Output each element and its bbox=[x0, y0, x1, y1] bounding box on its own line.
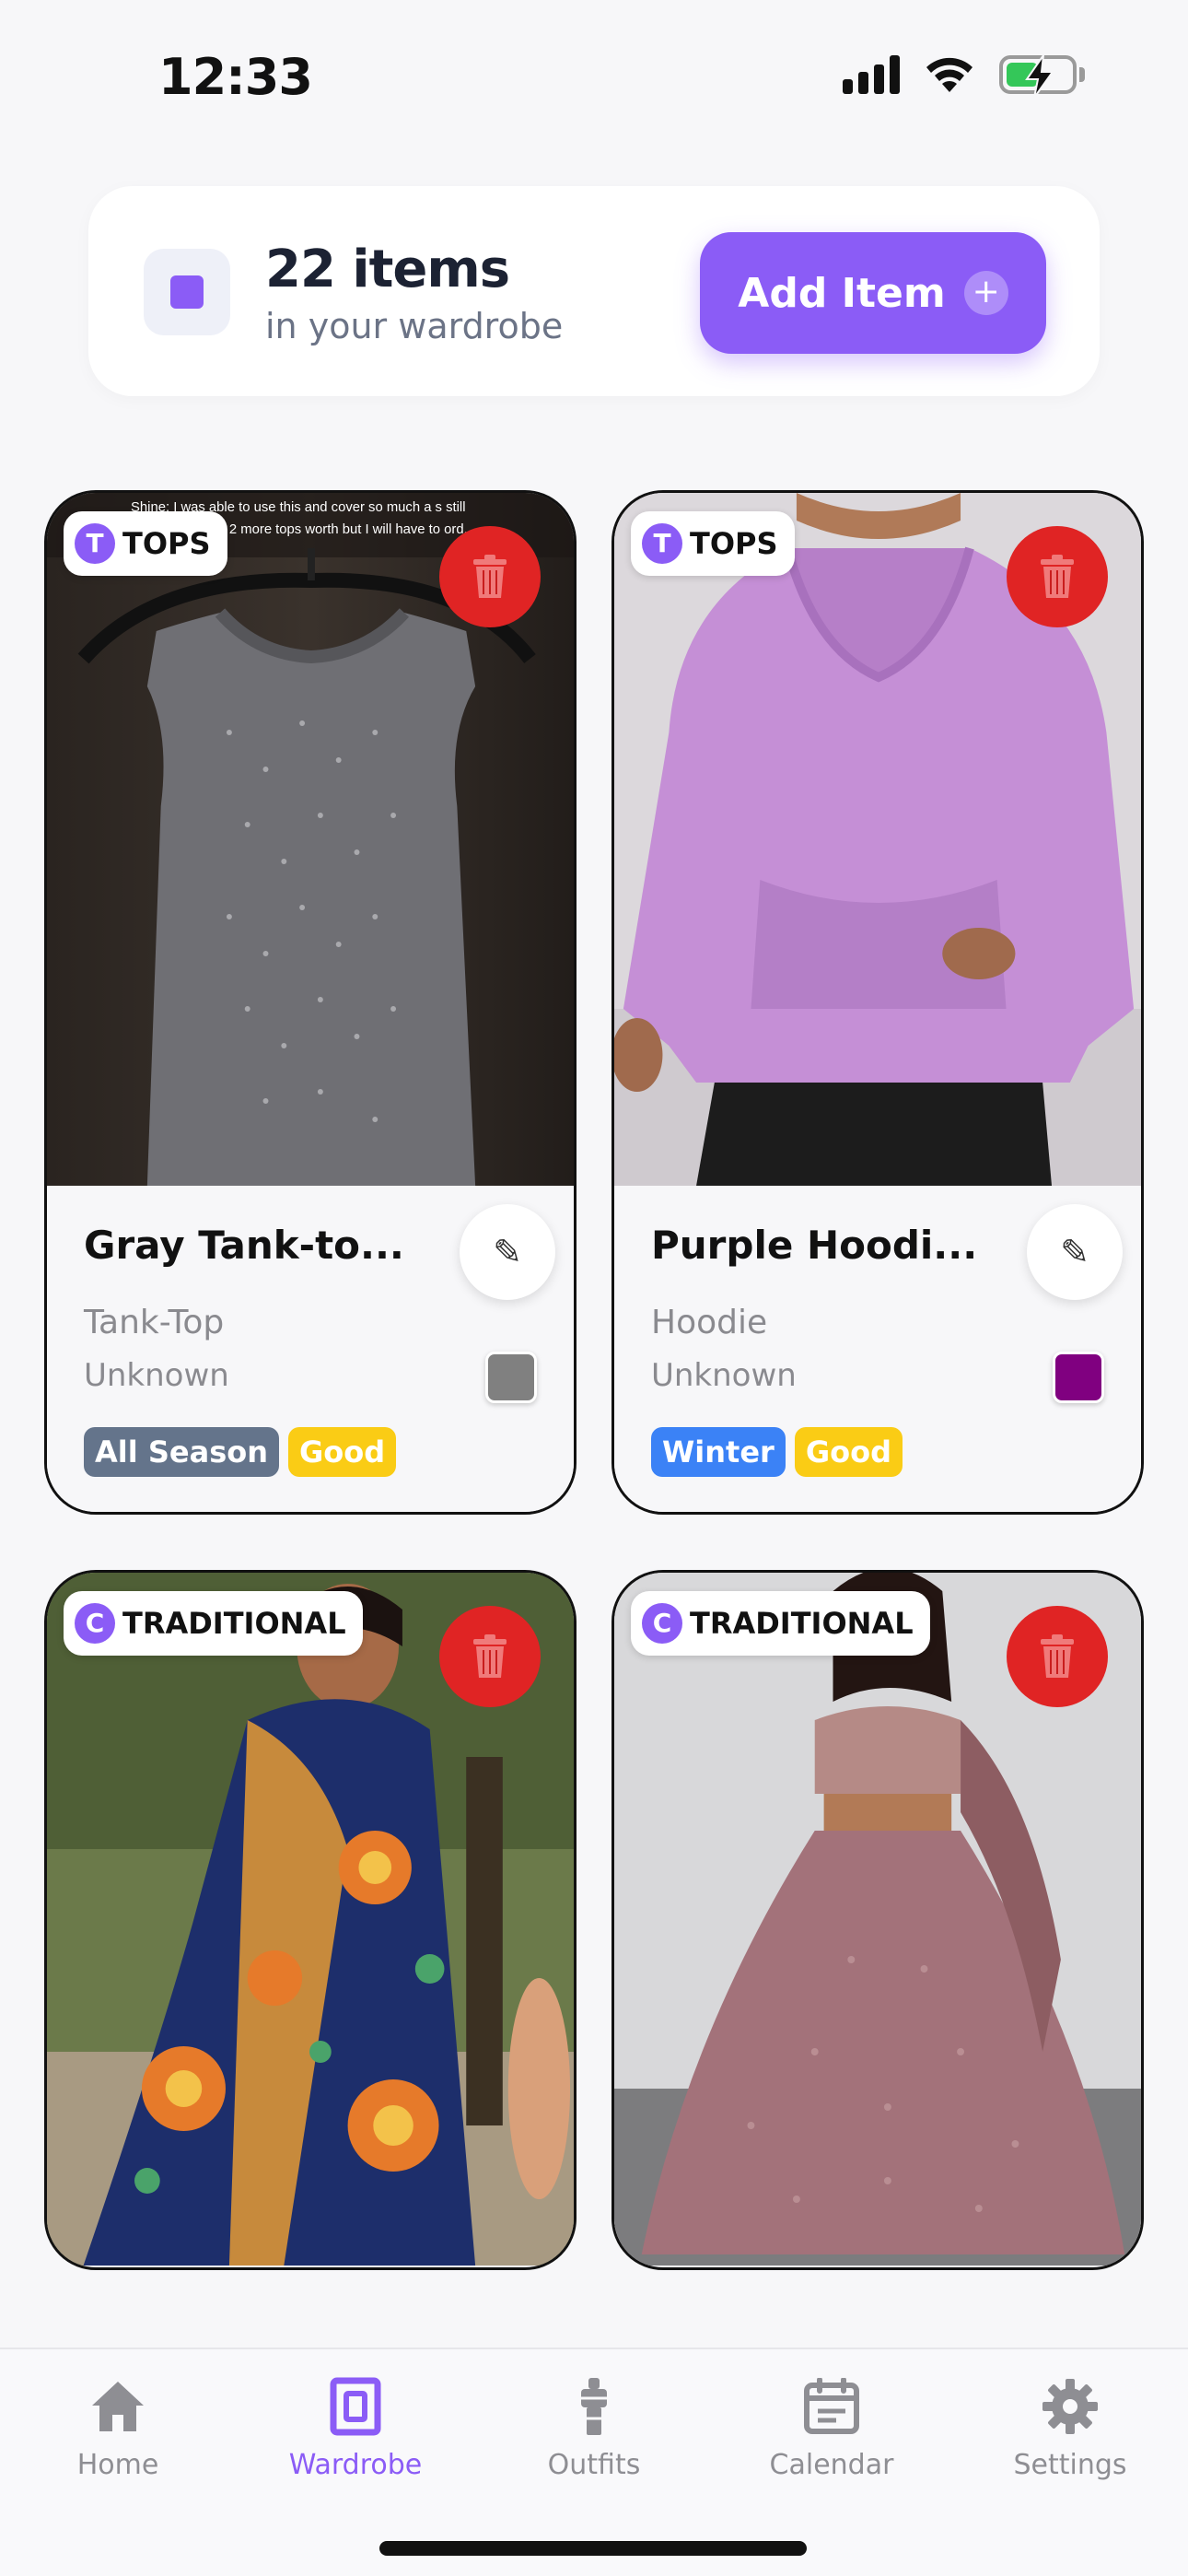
wifi-icon bbox=[926, 57, 973, 92]
item-name: Gray Tank-to... bbox=[84, 1223, 404, 1268]
trash-icon bbox=[1041, 555, 1074, 598]
tab-label: Home bbox=[76, 2449, 159, 2481]
trash-icon bbox=[1041, 1634, 1074, 1678]
tag-list: All Season Good bbox=[84, 1427, 397, 1477]
outfits-icon bbox=[581, 2378, 607, 2435]
item-type: Tank-Top bbox=[84, 1304, 225, 1341]
delete-button[interactable] bbox=[1007, 1606, 1108, 1707]
wardrobe-square-icon bbox=[144, 249, 230, 335]
delete-button[interactable] bbox=[1007, 526, 1108, 627]
tab-settings[interactable]: Settings bbox=[969, 2370, 1171, 2481]
category-initial: C bbox=[75, 1603, 115, 1644]
delete-button[interactable] bbox=[439, 1606, 541, 1707]
status-bar: 12:33 bbox=[0, 0, 1188, 157]
pencil-icon: ✎ bbox=[493, 1232, 522, 1272]
tag-list: Winter Good bbox=[651, 1427, 903, 1477]
wardrobe-item-card[interactable]: C TRADITIONAL bbox=[611, 1570, 1144, 2270]
item-details: Purple Hoodi... ✎ Hoodie Unknown Winter … bbox=[614, 1186, 1141, 1512]
item-count-subtitle: in your wardrobe bbox=[265, 306, 564, 346]
category-initial: T bbox=[75, 523, 115, 564]
wardrobe-item-card[interactable]: T TOPS Purple Hoodi... ✎ Hoodie Unknown … bbox=[611, 490, 1144, 1515]
category-badge: T TOPS bbox=[631, 511, 795, 576]
wardrobe-summary-card: 22 items in your wardrobe Add Item + bbox=[88, 186, 1100, 396]
pencil-icon: ✎ bbox=[1060, 1232, 1089, 1272]
trash-icon bbox=[473, 1634, 507, 1678]
home-icon bbox=[92, 2382, 144, 2431]
delete-button[interactable] bbox=[439, 526, 541, 627]
gear-icon bbox=[1042, 2379, 1098, 2434]
category-initial: T bbox=[642, 523, 682, 564]
edit-button[interactable]: ✎ bbox=[1027, 1204, 1123, 1300]
tab-home[interactable]: Home bbox=[17, 2370, 219, 2481]
color-swatch bbox=[1053, 1352, 1104, 1403]
item-count: 22 items bbox=[265, 240, 510, 299]
tab-label: Wardrobe bbox=[288, 2449, 423, 2481]
category-label: TRADITIONAL bbox=[690, 1606, 914, 1641]
season-tag: Winter bbox=[651, 1427, 786, 1477]
battery-icon bbox=[999, 54, 1085, 99]
item-name: Purple Hoodi... bbox=[651, 1223, 978, 1268]
tab-label: Settings bbox=[1013, 2449, 1127, 2481]
cellular-signal-icon bbox=[843, 55, 900, 94]
category-badge: C TRADITIONAL bbox=[631, 1591, 930, 1656]
status-icons bbox=[843, 54, 1085, 99]
wardrobe-icon bbox=[330, 2377, 381, 2436]
category-label: TOPS bbox=[690, 526, 778, 561]
wardrobe-item-card[interactable]: C TRADITIONAL bbox=[44, 1570, 577, 2270]
status-time: 12:33 bbox=[158, 48, 313, 106]
tab-outfits[interactable]: Outfits bbox=[493, 2370, 695, 2481]
condition-tag: Good bbox=[794, 1427, 903, 1477]
category-badge: C TRADITIONAL bbox=[64, 1591, 363, 1656]
tab-wardrobe[interactable]: Wardrobe bbox=[254, 2370, 457, 2481]
wardrobe-item-card[interactable]: Shine: I was able to use this and cover … bbox=[44, 490, 577, 1515]
tab-calendar[interactable]: Calendar bbox=[730, 2370, 933, 2481]
add-item-label: Add Item bbox=[738, 269, 946, 317]
photo-caption-line-2: 2 more tops worth but I will have to ord… bbox=[229, 521, 475, 537]
trash-icon bbox=[473, 555, 507, 598]
item-details: Gray Tank-to... ✎ Tank-Top Unknown All S… bbox=[47, 1186, 574, 1512]
category-initial: C bbox=[642, 1603, 682, 1644]
item-brand: Unknown bbox=[84, 1357, 229, 1394]
add-item-button[interactable]: Add Item + bbox=[700, 232, 1046, 354]
category-badge: T TOPS bbox=[64, 511, 227, 576]
home-indicator[interactable] bbox=[379, 2541, 807, 2556]
item-brand: Unknown bbox=[651, 1357, 797, 1394]
category-label: TRADITIONAL bbox=[122, 1606, 346, 1641]
season-tag: All Season bbox=[84, 1427, 279, 1477]
color-swatch bbox=[485, 1352, 537, 1403]
calendar-icon bbox=[804, 2378, 859, 2434]
condition-tag: Good bbox=[288, 1427, 397, 1477]
plus-icon: + bbox=[963, 271, 1008, 315]
tab-label: Outfits bbox=[547, 2449, 641, 2481]
edit-button[interactable]: ✎ bbox=[460, 1204, 555, 1300]
category-label: TOPS bbox=[122, 526, 211, 561]
tab-label: Calendar bbox=[769, 2449, 894, 2481]
item-type: Hoodie bbox=[651, 1304, 768, 1341]
